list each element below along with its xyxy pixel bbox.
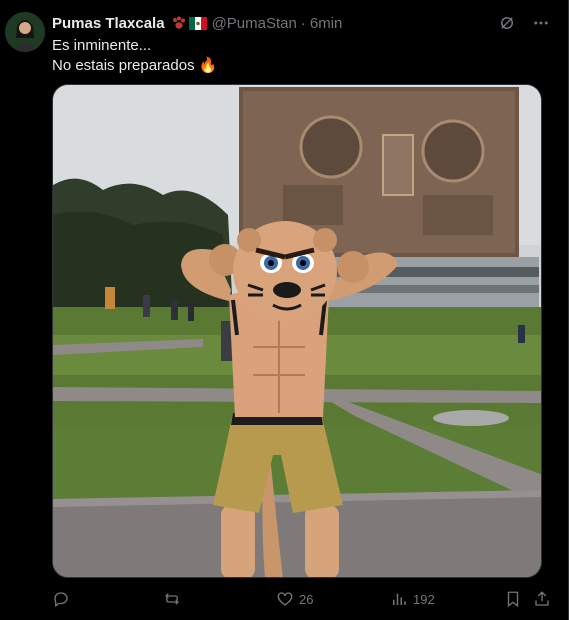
avatar[interactable]: [5, 12, 45, 52]
separator: ·: [300, 14, 306, 32]
retweet-button[interactable]: [163, 590, 186, 608]
tweet-container[interactable]: Pumas Tlaxcala @PumaStan · 6min Es inmin…: [0, 0, 569, 620]
paw-print-emoji-icon: [172, 16, 185, 29]
timestamp[interactable]: 6min: [310, 15, 343, 32]
tweet-media-image[interactable]: [52, 84, 542, 578]
views-icon: [393, 593, 406, 605]
tweet-line-1: Es inminente...: [52, 37, 152, 54]
views-count: 192: [413, 591, 435, 607]
share-icon: [535, 591, 549, 606]
name-emojis: [171, 16, 207, 30]
author-name[interactable]: Pumas Tlaxcala: [52, 15, 165, 32]
header-actions: [498, 14, 550, 32]
mexico-flag-icon: [188, 16, 207, 30]
reply-button[interactable]: [52, 590, 75, 608]
like-count: 26: [299, 591, 314, 607]
tweet-header: Pumas Tlaxcala @PumaStan · 6min: [52, 13, 342, 33]
retweet-icon: [165, 593, 179, 605]
tweet-line-2: No estais preparados 🔥: [52, 56, 217, 76]
more-options-icon[interactable]: [532, 14, 550, 32]
share-button[interactable]: [533, 590, 551, 608]
grok-icon[interactable]: [498, 14, 516, 32]
bookmark-button[interactable]: [504, 590, 522, 608]
author-handle[interactable]: @PumaStan: [212, 15, 297, 32]
tweet-line-2-text: No estais preparados: [52, 57, 195, 74]
views-button[interactable]: 192: [390, 590, 435, 608]
reply-icon: [54, 592, 68, 608]
like-icon: [277, 592, 293, 606]
fire-emoji: 🔥: [198, 57, 218, 74]
action-bar: 26 192: [52, 588, 552, 610]
like-button[interactable]: 26: [276, 590, 313, 608]
bookmark-icon: [507, 591, 519, 608]
tweet-text: Es inminente... No estais preparados 🔥: [52, 36, 217, 76]
